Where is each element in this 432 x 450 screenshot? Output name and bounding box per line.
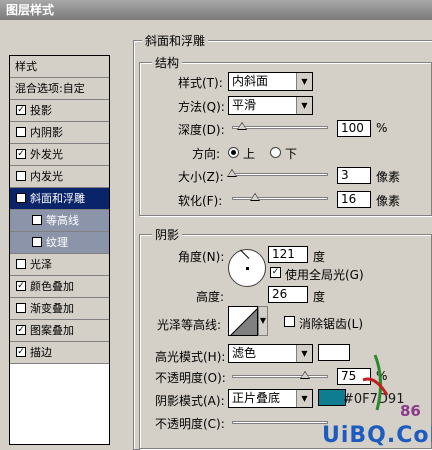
style-item-drop-shadow[interactable]: ✓ 投影 — [10, 100, 109, 122]
method-label: 方法(Q): — [178, 100, 225, 114]
global-light-checkbox[interactable]: ✓ — [270, 267, 281, 278]
style-item-stroke[interactable]: ✓ 描边 — [10, 342, 109, 364]
shadow-opacity-label: 不透明度(C): — [155, 417, 225, 431]
chevron-down-icon: ▼ — [296, 73, 312, 90]
angle-unit: 度 — [313, 250, 326, 264]
chevron-down-icon: ▼ — [296, 97, 312, 114]
gloss-contour-preview[interactable] — [228, 306, 258, 336]
style-item-inner-shadow[interactable]: 内阴影 — [10, 122, 109, 144]
direction-up-label: 上 — [243, 147, 256, 161]
style-item-satin[interactable]: 光泽 — [10, 254, 109, 276]
shadow-color-swatch[interactable] — [318, 389, 346, 406]
style-item-pattern-overlay[interactable]: ✓ 图案叠加 — [10, 320, 109, 342]
dialog-titlebar: 图层样式 — [0, 0, 432, 20]
shading-title: 阴影 — [152, 226, 183, 243]
watermark-logo-icon — [362, 354, 389, 411]
style-item-bevel-emboss[interactable]: ✓ 斜面和浮雕 — [10, 188, 109, 210]
soften-slider-thumb[interactable] — [250, 193, 260, 201]
chevron-down-icon: ▼ — [296, 390, 312, 407]
highlight-mode-label: 高光模式(H): — [155, 350, 226, 364]
size-input[interactable]: 3 — [337, 167, 371, 184]
watermark-text: UiBQ.CoM — [322, 423, 432, 448]
direction-down-radio[interactable] — [270, 147, 281, 158]
blend-options-item[interactable]: 混合选项:自定 — [10, 78, 109, 100]
angle-input[interactable]: 121 — [268, 246, 308, 263]
depth-unit: % — [376, 121, 388, 135]
shadow-mode-label: 阴影模式(A): — [155, 394, 225, 408]
outer-glow-checkbox[interactable]: ✓ — [16, 149, 26, 159]
style-item-gradient-overlay[interactable]: 渐变叠加 — [10, 298, 109, 320]
highlight-opacity-slider[interactable] — [232, 375, 328, 378]
size-slider-thumb[interactable] — [227, 169, 237, 177]
bevel-emboss-checkbox[interactable]: ✓ — [16, 193, 26, 203]
inner-glow-checkbox[interactable] — [16, 171, 26, 181]
soften-input[interactable]: 16 — [337, 191, 371, 208]
style-item-inner-glow[interactable]: 内发光 — [10, 166, 109, 188]
soften-unit: 像素 — [376, 194, 401, 208]
soften-slider[interactable] — [232, 197, 328, 200]
style-item-contour[interactable]: 等高线 — [10, 210, 109, 232]
depth-input[interactable]: 100 — [337, 120, 371, 137]
satin-checkbox[interactable] — [16, 259, 26, 269]
chevron-down-icon: ▼ — [296, 345, 312, 362]
angle-dial-hand — [240, 249, 250, 259]
size-label: 大小(Z): — [178, 170, 224, 184]
angle-dial[interactable] — [228, 249, 266, 287]
contour-checkbox[interactable] — [32, 215, 42, 225]
stroke-checkbox[interactable]: ✓ — [16, 347, 26, 357]
size-slider[interactable] — [232, 173, 328, 176]
altitude-label: 高度: — [196, 290, 225, 304]
inner-shadow-checkbox[interactable] — [16, 127, 26, 137]
texture-checkbox[interactable] — [32, 237, 42, 247]
style-list-header[interactable]: 样式 — [10, 56, 109, 78]
highlight-opacity-label: 不透明度(O): — [155, 371, 226, 385]
direction-up-radio[interactable] — [228, 147, 239, 158]
bevel-style-select[interactable]: 内斜面 ▼ — [228, 72, 313, 91]
style-item-color-overlay[interactable]: ✓ 颜色叠加 — [10, 276, 109, 298]
contour-curve-icon — [230, 308, 257, 335]
highlight-mode-select[interactable]: 滤色 ▼ — [228, 344, 313, 363]
altitude-input[interactable]: 26 — [268, 286, 308, 303]
shadow-opacity-slider[interactable] — [232, 421, 328, 424]
color-overlay-checkbox[interactable]: ✓ — [16, 281, 26, 291]
direction-down-label: 下 — [285, 147, 298, 161]
altitude-unit: 度 — [313, 290, 326, 304]
highlight-opacity-slider-thumb[interactable] — [300, 371, 310, 379]
watermark-number: 86 — [400, 402, 421, 420]
highlight-color-swatch[interactable] — [318, 344, 350, 361]
depth-label: 深度(D): — [178, 123, 225, 137]
gradient-overlay-checkbox[interactable] — [16, 303, 26, 313]
contour-dropdown-button[interactable]: ▼ — [258, 306, 268, 336]
size-unit: 像素 — [376, 170, 401, 184]
gloss-contour-label: 光泽等高线: — [157, 318, 222, 332]
bevel-emboss-title: 斜面和浮雕 — [142, 32, 209, 49]
style-label: 样式(T): — [178, 76, 223, 90]
technique-select[interactable]: 平滑 ▼ — [228, 96, 313, 115]
style-item-texture[interactable]: 纹理 — [10, 232, 109, 254]
angle-label: 角度(N): — [178, 250, 225, 264]
structure-title: 结构 — [152, 54, 183, 71]
shadow-mode-select[interactable]: 正片叠底 ▼ — [228, 389, 313, 408]
soften-label: 软化(F): — [178, 194, 223, 208]
antialias-label: 消除锯齿(L) — [299, 317, 364, 331]
style-item-outer-glow[interactable]: ✓ 外发光 — [10, 144, 109, 166]
direction-label: 方向: — [192, 147, 221, 161]
global-light-label: 使用全局光(G) — [285, 268, 364, 282]
layer-style-dialog: 样式 混合选项:自定 ✓ 投影 内阴影 ✓ 外发光 内发光 ✓ 斜面和浮雕 等高… — [0, 20, 432, 450]
dialog-title: 图层样式 — [6, 3, 55, 17]
angle-dial-center — [246, 267, 249, 270]
style-list: 样式 混合选项:自定 ✓ 投影 内阴影 ✓ 外发光 内发光 ✓ 斜面和浮雕 等高… — [9, 55, 110, 445]
antialias-checkbox[interactable] — [284, 316, 295, 327]
pattern-overlay-checkbox[interactable]: ✓ — [16, 325, 26, 335]
depth-slider-thumb[interactable] — [236, 122, 247, 130]
drop-shadow-checkbox[interactable]: ✓ — [16, 105, 26, 115]
